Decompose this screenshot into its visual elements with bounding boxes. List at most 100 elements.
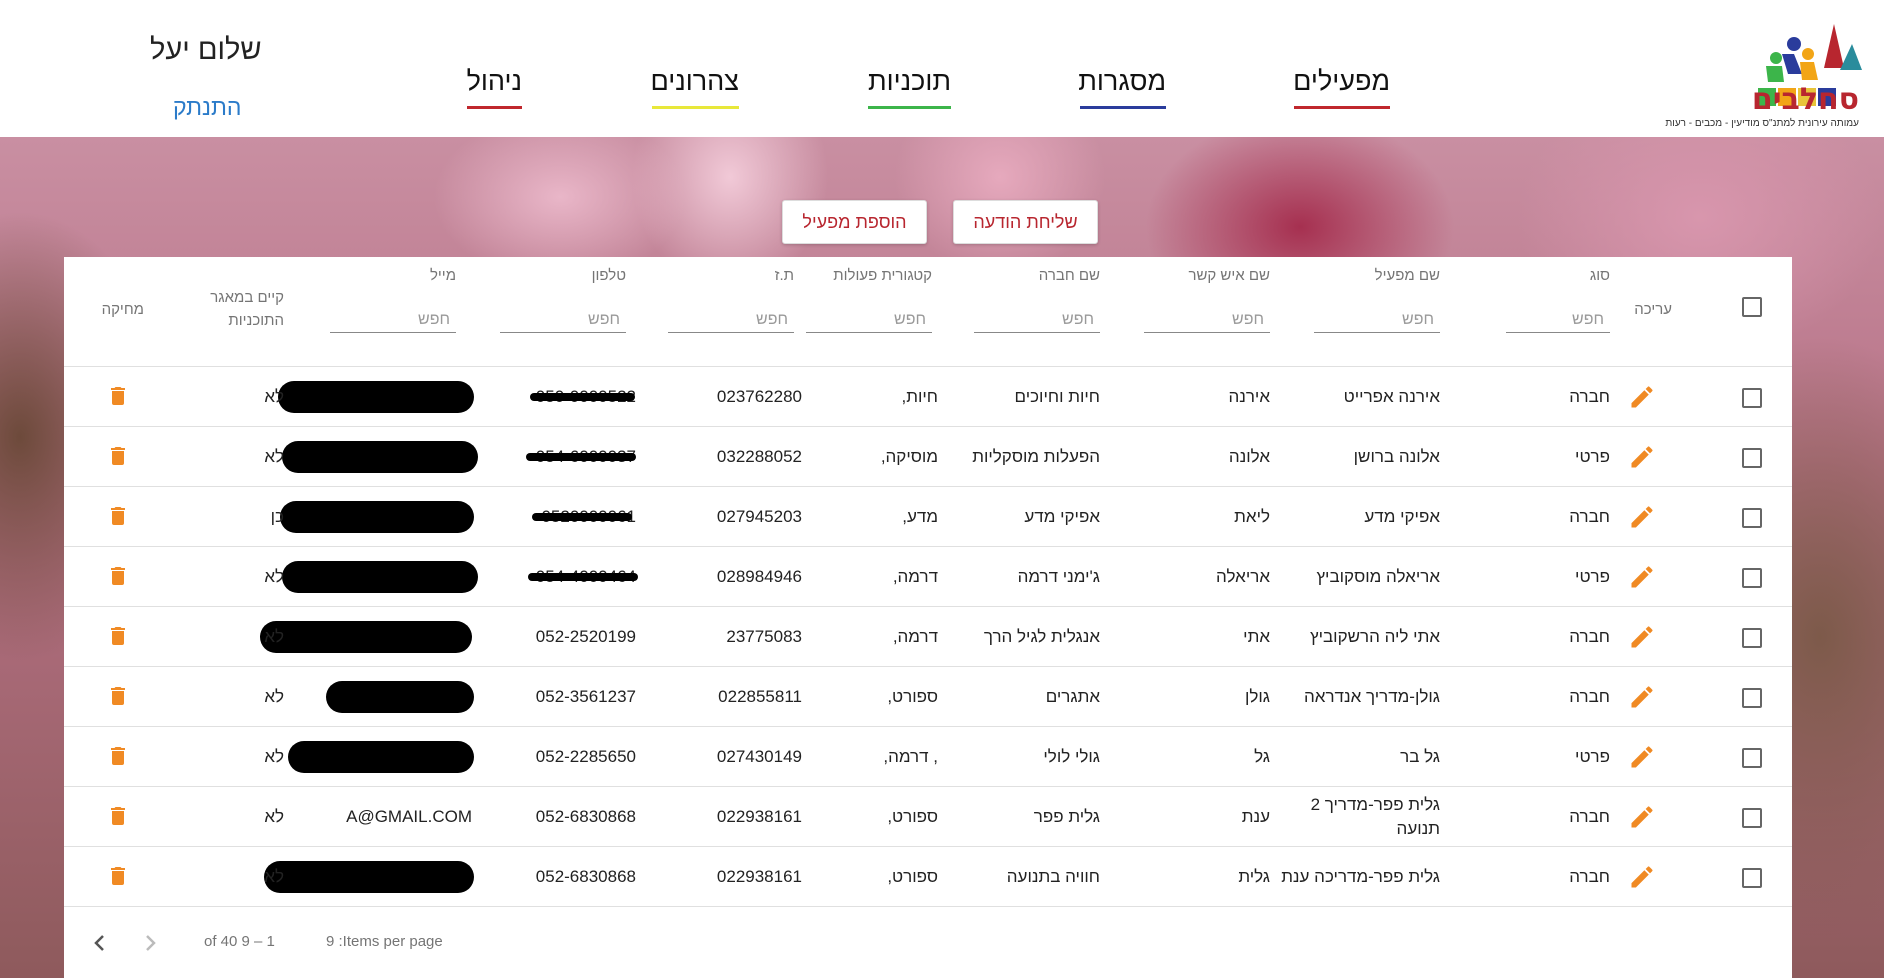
cell-contact-name: גלית — [1238, 867, 1270, 886]
edit-pencil-icon[interactable] — [1628, 623, 1656, 651]
edit-pencil-icon[interactable] — [1628, 743, 1656, 771]
column-header-type[interactable]: סוג — [1504, 267, 1610, 284]
delete-trash-icon[interactable] — [106, 383, 130, 409]
cell-activity-category: חיות, — [901, 387, 939, 406]
nav-tab-label: מפעילים — [1293, 66, 1390, 96]
cell-in-pool: לא — [264, 447, 284, 466]
nav-tab-label: תוכניות — [867, 66, 951, 96]
filter-type-input[interactable] — [1506, 307, 1610, 333]
row-select-checkbox[interactable] — [1742, 748, 1762, 768]
cell-operator-name-line2: תנועה — [1396, 819, 1440, 838]
nav-tab-management[interactable]: ניהול — [467, 66, 522, 109]
items-per-page-label[interactable]: 9 :Items per page — [326, 933, 443, 950]
cell-contact-name: אירנה — [1228, 387, 1270, 406]
cell-type: חברה — [1569, 387, 1610, 406]
delete-trash-icon[interactable] — [106, 683, 130, 709]
email-redaction — [326, 681, 474, 713]
delete-trash-icon[interactable] — [106, 863, 130, 889]
nav-tab-underline — [868, 106, 951, 109]
row-select-checkbox[interactable] — [1742, 508, 1762, 528]
cell-in-pool: לא — [264, 807, 284, 826]
filter-id-number-input[interactable] — [668, 307, 794, 333]
column-header-operator-name[interactable]: שם מפעיל — [1314, 267, 1440, 284]
edit-pencil-icon[interactable] — [1628, 563, 1656, 591]
cell-operator-name: אפיקי מדע — [1364, 507, 1440, 526]
cell-activity-category: מדע, — [902, 507, 938, 526]
filter-activity-category-input[interactable] — [806, 307, 932, 333]
filter-phone-input[interactable] — [500, 307, 626, 333]
send-message-button[interactable]: שליחת הודעה — [953, 200, 1098, 244]
cell-activity-category: ספורט, — [887, 867, 938, 886]
user-greeting: שלום יעל — [150, 34, 262, 66]
row-divider — [64, 426, 1792, 427]
edit-pencil-icon[interactable] — [1628, 383, 1656, 411]
delete-trash-icon[interactable] — [106, 503, 130, 529]
delete-trash-icon[interactable] — [106, 743, 130, 769]
cell-phone: 052-3561237 — [535, 687, 636, 706]
email-redaction — [260, 621, 472, 653]
edit-pencil-icon[interactable] — [1628, 863, 1656, 891]
cell-operator-name: גלית פפר-מדריך 2 — [1310, 795, 1440, 814]
cell-id-number: 027430149 — [716, 747, 802, 766]
edit-pencil-icon[interactable] — [1628, 803, 1656, 831]
cell-contact-name: גל — [1254, 747, 1270, 766]
delete-trash-icon[interactable] — [106, 563, 130, 589]
column-header-phone[interactable]: טלפון — [500, 267, 626, 284]
cell-company-name: חוויה בתנועה — [1006, 867, 1100, 886]
brand-logo[interactable]: סחלבים עמותה עירונית למתנ"ס מודיעין - מכ… — [1665, 14, 1874, 129]
column-header-in-pool-line1: קיים במאגר — [210, 289, 284, 306]
filter-contact-name-input[interactable] — [1144, 307, 1270, 333]
operators-table: עריכה סוג שם מפעיל שם איש קשר שם חברה קט… — [64, 257, 1792, 978]
select-all-checkbox[interactable] — [1742, 297, 1762, 317]
column-header-email[interactable]: מייל — [330, 267, 456, 284]
cell-contact-name: ליאת — [1234, 507, 1270, 526]
filter-email-input[interactable] — [330, 307, 456, 333]
row-select-checkbox[interactable] — [1742, 808, 1762, 828]
cell-in-pool: לא — [264, 747, 284, 766]
nav-tab-operators[interactable]: מפעילים — [1293, 66, 1390, 109]
cell-company-name: ג'ימני דרמה — [1017, 567, 1100, 586]
header-divider — [64, 366, 1792, 367]
row-select-checkbox[interactable] — [1742, 688, 1762, 708]
email-redaction — [264, 861, 474, 893]
add-operator-button[interactable]: הוספת מפעיל — [782, 200, 927, 244]
delete-trash-icon[interactable] — [106, 443, 130, 469]
logout-link[interactable]: התנתק — [173, 94, 241, 121]
cell-contact-name: אלונה — [1228, 447, 1270, 466]
edit-pencil-icon[interactable] — [1628, 683, 1656, 711]
nav-tab-afterschool[interactable]: צהרונים — [650, 66, 739, 109]
cell-phone: 052-2520199 — [535, 627, 636, 646]
column-header-in-pool[interactable]: קיים במאגר התוכניות — [174, 289, 284, 329]
row-select-checkbox[interactable] — [1742, 448, 1762, 468]
cell-id-number: 022855811 — [718, 687, 802, 706]
filter-company-name-input[interactable] — [974, 307, 1100, 333]
edit-pencil-icon[interactable] — [1628, 503, 1656, 531]
cell-operator-name: גל בר — [1400, 747, 1440, 766]
column-header-company-name[interactable]: שם חברה — [974, 267, 1100, 284]
row-select-checkbox[interactable] — [1742, 628, 1762, 648]
cell-activity-category: ספורט, — [887, 807, 938, 826]
delete-trash-icon[interactable] — [106, 803, 130, 829]
column-header-activity-category[interactable]: קטגורית פעולות — [806, 267, 932, 284]
filter-operator-name-input[interactable] — [1314, 307, 1440, 333]
row-select-checkbox[interactable] — [1742, 388, 1762, 408]
previous-page-icon[interactable] — [88, 931, 112, 955]
nav-tab-label: מסגרות — [1078, 66, 1166, 96]
logo-text: סחלבים — [1751, 82, 1859, 117]
column-header-delete: מחיקה — [101, 301, 144, 318]
edit-pencil-icon[interactable] — [1628, 443, 1656, 471]
nav-tab-underline — [1080, 106, 1166, 109]
nav-tab-programs[interactable]: תוכניות — [867, 66, 951, 109]
column-header-id-number[interactable]: ת.ז — [668, 267, 794, 284]
email-redaction — [278, 381, 474, 413]
row-divider — [64, 906, 1792, 907]
next-page-icon[interactable] — [138, 931, 162, 955]
nav-tab-frameworks[interactable]: מסגרות — [1078, 66, 1166, 109]
column-header-contact-name[interactable]: שם איש קשר — [1144, 267, 1270, 284]
cell-type: חברה — [1569, 807, 1610, 826]
cell-type: פרטי — [1575, 447, 1610, 466]
delete-trash-icon[interactable] — [106, 623, 130, 649]
cell-id-number: 23775083 — [726, 627, 802, 646]
row-select-checkbox[interactable] — [1742, 568, 1762, 588]
row-select-checkbox[interactable] — [1742, 868, 1762, 888]
